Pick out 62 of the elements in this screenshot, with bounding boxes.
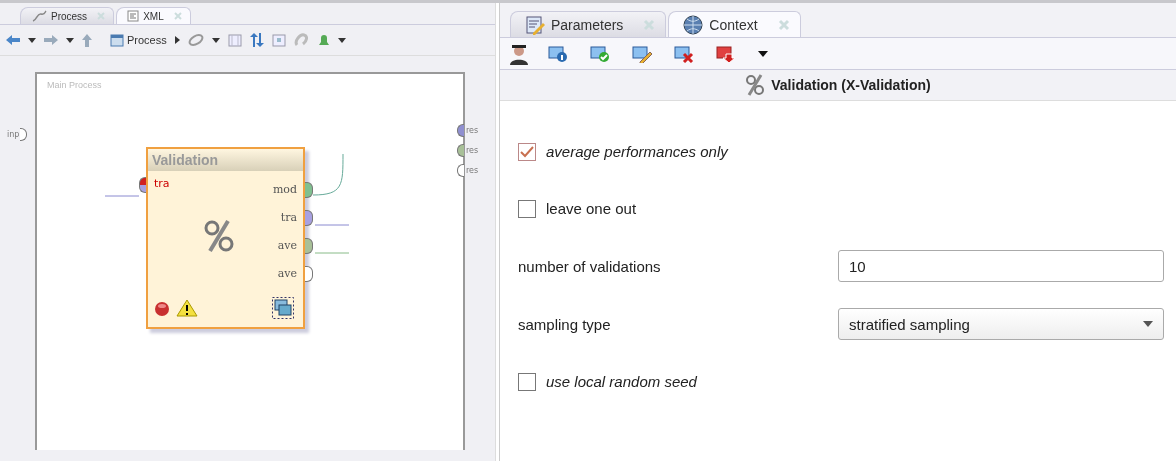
tab[interactable]: XML — [116, 7, 191, 24]
arrow-left-icon[interactable] — [6, 35, 20, 45]
window-icon — [110, 33, 124, 47]
status-dot-icon[interactable] — [154, 301, 170, 317]
operator-title: Validation (X-Validation) — [771, 77, 931, 93]
port-label: ave — [277, 267, 297, 280]
person-icon[interactable] — [508, 42, 530, 65]
port-label: tra — [154, 177, 170, 190]
checkbox[interactable] — [518, 372, 536, 391]
tab[interactable]: Context — [668, 11, 801, 37]
operator-name: Validation — [148, 149, 303, 171]
result-port[interactable]: res — [457, 144, 479, 157]
breadcrumb-button[interactable]: Process — [110, 33, 167, 47]
checkbox[interactable] — [518, 142, 536, 161]
checkbox[interactable] — [518, 199, 536, 218]
edit-icon[interactable] — [632, 44, 652, 63]
caret-icon[interactable] — [758, 50, 768, 57]
port-label: mod — [272, 183, 297, 196]
port-connector[interactable] — [305, 238, 313, 254]
info-icon[interactable] — [548, 44, 568, 63]
connection-line — [313, 154, 345, 196]
checkbox-label: leave one out — [546, 200, 637, 217]
caret-icon[interactable] — [211, 37, 220, 43]
connection-line — [315, 252, 349, 254]
tab[interactable]: Process — [20, 7, 115, 24]
caret-right-icon[interactable] — [174, 36, 180, 44]
xml-icon — [127, 10, 140, 22]
port-label: ave — [277, 239, 297, 252]
dropdown[interactable]: stratified sampling — [838, 308, 1164, 340]
canvas-title: Main Process — [47, 80, 102, 90]
result-port[interactable]: res — [457, 124, 479, 137]
input-field[interactable]: 10 — [838, 250, 1164, 282]
caret-icon[interactable] — [66, 37, 74, 43]
checkmark-icon[interactable] — [590, 44, 610, 63]
port-label: tra — [280, 211, 297, 224]
connection-line — [315, 224, 349, 226]
checkbox-label: average performances only — [546, 143, 728, 160]
caret-icon[interactable] — [1143, 321, 1153, 327]
result-port[interactable]: res — [457, 164, 479, 177]
port-connector[interactable] — [305, 210, 313, 226]
input-port[interactable]: inp — [7, 128, 28, 141]
warning-icon[interactable] — [176, 299, 198, 317]
checkbox-label: use local random seed — [546, 373, 697, 390]
parameter-label: number of validations — [518, 257, 662, 275]
parameter-label: sampling type — [518, 315, 612, 333]
globe-icon — [683, 14, 704, 35]
port-connector[interactable] — [305, 182, 313, 198]
arrows-icon[interactable] — [249, 33, 264, 47]
caret-icon[interactable] — [337, 37, 346, 43]
import-icon[interactable] — [716, 44, 736, 63]
port-connector[interactable] — [139, 177, 146, 193]
operator-box[interactable]: Validation tra mod tra ave ave — [146, 147, 305, 329]
connection-line — [105, 195, 139, 197]
port-connector[interactable] — [305, 266, 313, 282]
percent-icon[interactable] — [204, 219, 234, 253]
delete-icon[interactable] — [674, 44, 694, 63]
notepad-icon — [525, 14, 545, 35]
process-icon — [31, 10, 47, 22]
tab[interactable]: Parameters — [510, 11, 667, 37]
percent-icon[interactable] — [745, 74, 766, 96]
subprocess-icon[interactable] — [272, 297, 294, 319]
caret-icon[interactable] — [28, 37, 36, 43]
